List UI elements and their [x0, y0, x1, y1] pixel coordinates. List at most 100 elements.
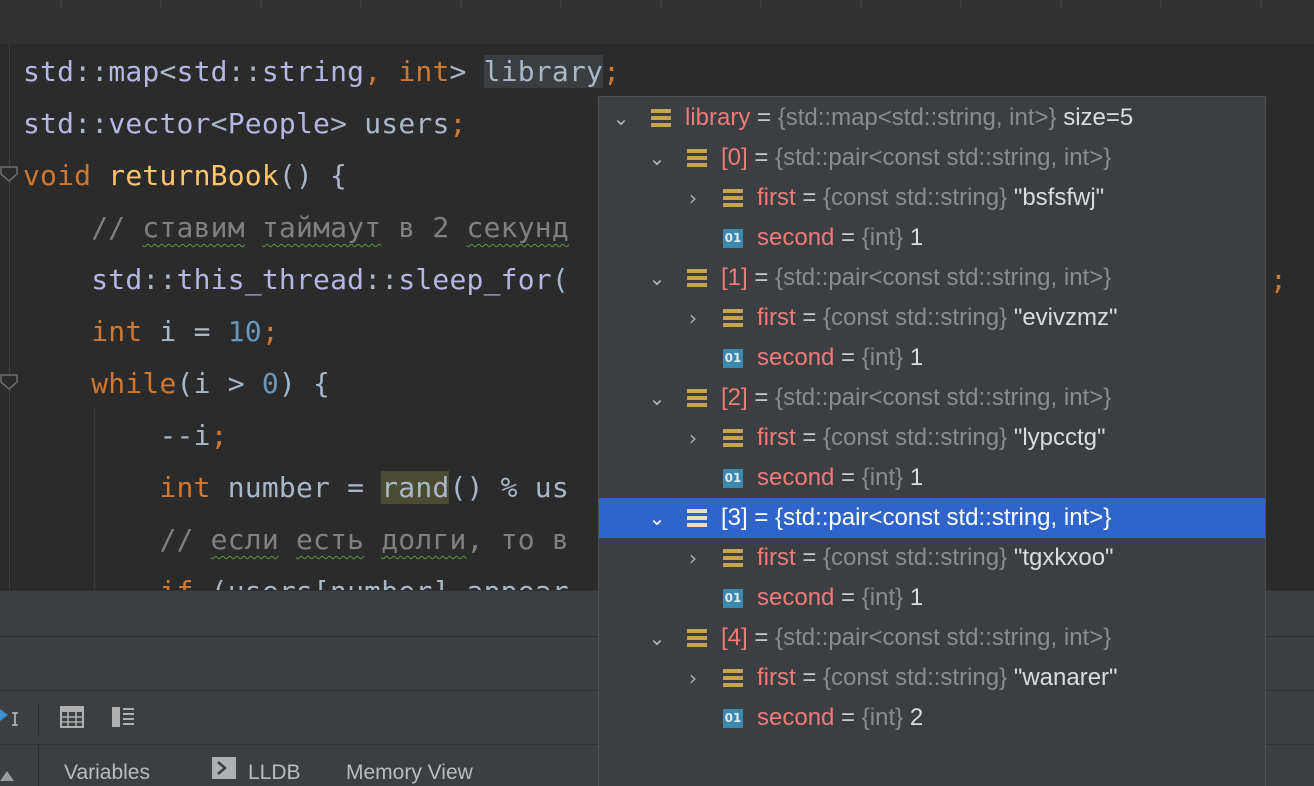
tree-row-entry-3-second[interactable]: 01 second = {int} 1	[599, 578, 1265, 618]
fold-marker-icon[interactable]	[0, 374, 18, 390]
tree-row-entry-4-second[interactable]: 01 second = {int} 2	[599, 698, 1265, 738]
variable-name: [2]	[721, 384, 748, 411]
equals-sign: =	[834, 344, 862, 371]
toolbar-tick	[1060, 0, 1062, 8]
variable-type: {std::pair<const std::string, int>}	[775, 264, 1112, 291]
code-line-8[interactable]: --i;	[23, 410, 228, 462]
step-cursor-icon[interactable]	[0, 705, 22, 729]
chevron-right-icon[interactable]: ›	[681, 418, 705, 458]
equals-sign: =	[747, 504, 776, 531]
tree-row-entry-2-second[interactable]: 01 second = {int} 1	[599, 458, 1265, 498]
tree-row-library[interactable]: ⌄ library = {std::map<std::string, int>}…	[599, 98, 1265, 138]
tree-row-entry-4-first[interactable]: › first = {const std::string} "wanarer"	[599, 658, 1265, 698]
rand-call[interactable]: rand	[381, 471, 450, 504]
tree-row-text: first = {const std::string} "evivzmz"	[757, 298, 1118, 338]
code-line-9[interactable]: int number = rand() % us	[23, 462, 569, 514]
tree-row-text: first = {const std::string} "bsfsfwj"	[757, 178, 1104, 218]
tree-row-entry-3[interactable]: ⌄ [3] = {std::pair<const std::string, in…	[599, 498, 1265, 538]
toolbar-separator	[38, 703, 39, 735]
variable-name: first	[757, 304, 796, 331]
tree-row-entry-0[interactable]: ⌄ [0] = {std::pair<const std::string, in…	[599, 138, 1265, 178]
layout-icon[interactable]	[110, 705, 136, 729]
fold-marker-icon[interactable]	[0, 166, 18, 182]
variable-type: {int}	[861, 344, 904, 371]
tab-variables[interactable]: Variables	[64, 761, 150, 785]
toolbar-tick	[160, 0, 162, 8]
field-icon	[723, 549, 743, 568]
gutter	[9, 44, 10, 590]
code-line-4[interactable]: // ставим таймаут в 2 секунд	[23, 202, 569, 254]
tree-row-entry-4[interactable]: ⌄ [4] = {std::pair<const std::string, in…	[599, 618, 1265, 658]
library-identifier[interactable]: library	[483, 55, 604, 88]
code-line-6[interactable]: int i = 10;	[23, 306, 279, 358]
tree-row-entry-1-second[interactable]: 01 second = {int} 1	[599, 338, 1265, 378]
token: >	[449, 55, 484, 88]
token: ::	[227, 55, 262, 88]
tree-row-entry-3-first[interactable]: › first = {const std::string} "tgxkxoo"	[599, 538, 1265, 578]
tree-row-entry-0-second[interactable]: 01 second = {int} 1	[599, 218, 1265, 258]
chevron-right-icon[interactable]: ›	[681, 298, 705, 338]
variable-value: "lypcctg"	[1013, 424, 1106, 451]
tree-row-entry-2-first[interactable]: › first = {const std::string} "lypcctg"	[599, 418, 1265, 458]
toolbar-tick	[760, 0, 762, 8]
variable-name: [1]	[721, 264, 748, 291]
token: есть	[295, 523, 365, 556]
tree-row-text: first = {const std::string} "lypcctg"	[757, 418, 1106, 458]
variable-value: 1	[909, 464, 924, 491]
tree-row-entry-2[interactable]: ⌄ [2] = {std::pair<const std::string, in…	[599, 378, 1265, 418]
code-line-10[interactable]: // если есть долги, то в	[23, 514, 569, 566]
token: ::	[74, 107, 109, 140]
tree-row-entry-1[interactable]: ⌄ [1] = {std::pair<const std::string, in…	[599, 258, 1265, 298]
variable-type: {std::pair<const std::string, int>}	[775, 504, 1112, 531]
chevron-right-icon[interactable]: ›	[681, 178, 705, 218]
variable-value: "tgxkxoo"	[1013, 544, 1114, 571]
tab-lldb[interactable]: LLDB	[248, 761, 301, 785]
chevron-down-icon[interactable]: ⌄	[609, 98, 633, 138]
chevron-down-icon[interactable]: ⌄	[645, 258, 669, 298]
variable-inspection-popup[interactable]: ⌄ library = {std::map<std::string, int>}…	[598, 96, 1266, 786]
chevron-down-icon[interactable]: ⌄	[645, 378, 669, 418]
token: int	[398, 55, 450, 88]
token: while	[91, 367, 177, 400]
chevron-down-icon[interactable]: ⌄	[645, 138, 669, 178]
code-line-7[interactable]: while(i > 0) {	[23, 358, 330, 410]
token: People	[227, 107, 331, 140]
token: (users[number].appear	[194, 575, 569, 590]
tree-row-entry-0-first[interactable]: › first = {const std::string} "bsfsfwj"	[599, 178, 1265, 218]
chevron-right-icon[interactable]: ›	[681, 658, 705, 698]
equals-sign: =	[834, 584, 862, 611]
toolbar-tick	[1260, 0, 1262, 8]
collapse-panel-icon[interactable]	[0, 769, 14, 781]
token: this_thread	[176, 263, 365, 296]
code-line-1[interactable]: std::map<std::string, int> library;	[23, 46, 620, 98]
token: ::	[364, 263, 399, 296]
tree-row-text: [2] = {std::pair<const std::string, int>…	[721, 378, 1111, 418]
code-line-3[interactable]: void returnBook() {	[23, 150, 347, 202]
variable-value: size=5	[1056, 104, 1134, 131]
chevron-down-icon[interactable]: ⌄	[645, 498, 669, 538]
chevron-right-icon[interactable]: ›	[681, 538, 705, 578]
variable-value: "wanarer"	[1013, 664, 1118, 691]
variable-name: [4]	[721, 624, 748, 651]
tab-memory-view[interactable]: Memory View	[346, 761, 473, 785]
code-line-2[interactable]: std::vector<People> users;	[23, 98, 467, 150]
table-icon[interactable]	[59, 705, 85, 729]
token: std	[91, 263, 143, 296]
code-line-5[interactable]: std::this_thread::sleep_for(	[23, 254, 569, 306]
tree-row-entry-1-first[interactable]: › first = {const std::string} "evivzmz"	[599, 298, 1265, 338]
variable-type: {const std::string}	[823, 424, 1008, 451]
field-icon	[687, 149, 707, 168]
token: , то в	[466, 523, 569, 556]
primitive-icon: 01	[723, 589, 743, 608]
variable-name: first	[757, 664, 796, 691]
equals-sign: =	[834, 224, 862, 251]
token: void	[23, 159, 92, 192]
toolbar-tick	[660, 0, 662, 8]
console-icon[interactable]	[212, 757, 236, 779]
chevron-down-icon[interactable]: ⌄	[645, 618, 669, 658]
code-line-11[interactable]: if (users[number].appear	[23, 566, 569, 590]
